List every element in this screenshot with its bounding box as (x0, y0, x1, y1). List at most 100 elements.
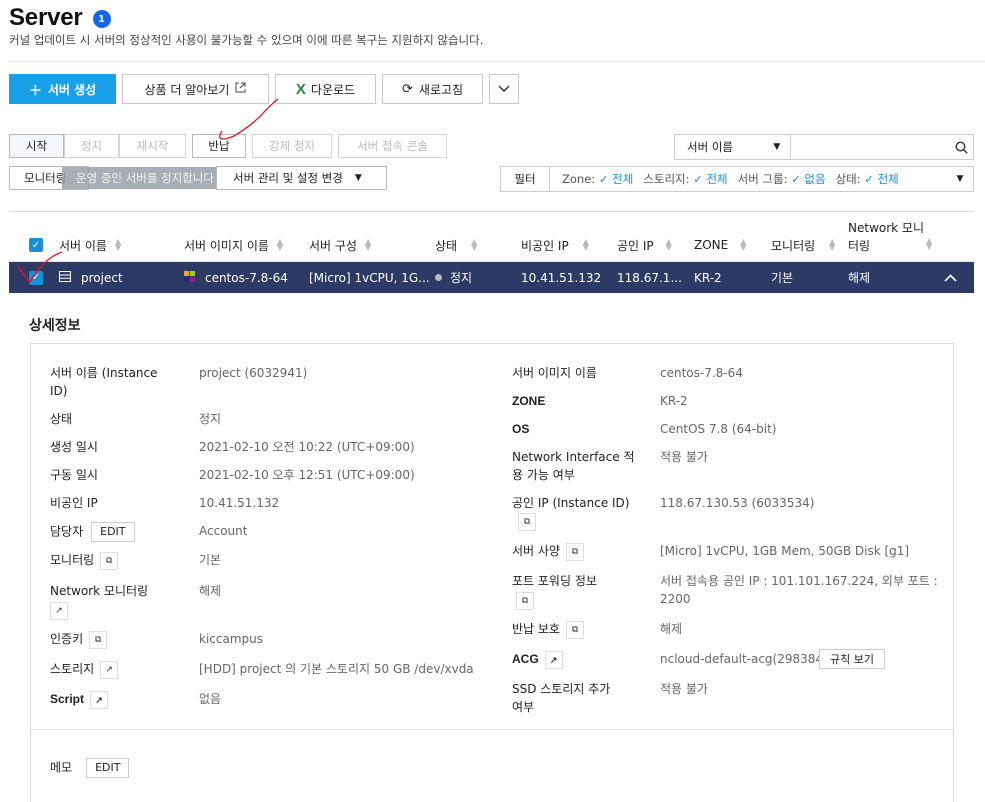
label-network-monitoring: Network 모니터링 ↗ (50, 582, 180, 620)
value-os: CentOS 7.8 (64-bit) (660, 422, 777, 436)
value-ssd-storage: 적용 불가 (660, 682, 708, 696)
server-console-button[interactable]: 서버 접속 콘솔 (338, 134, 447, 158)
chevron-down-icon (498, 82, 510, 96)
refresh-icon: ⟳ (401, 81, 413, 97)
sort-icon: ▲ ▼ (114, 237, 122, 252)
learn-more-button[interactable]: 상품 더 알아보기 (122, 74, 269, 104)
force-stop-button[interactable]: 강제 정지 (252, 134, 332, 158)
restart-button[interactable]: 재시작 (119, 134, 186, 158)
label-memo: 메모 EDIT (50, 758, 130, 778)
download-button[interactable]: X 다운로드 (275, 74, 376, 104)
sort-icon: ▲ ▼ (582, 237, 589, 252)
value-status: 정지 (199, 412, 222, 426)
col-network-monitoring[interactable]: Network 모니 터링 ▲ ▼ (848, 212, 932, 262)
sort-icon: ▲ ▼ (829, 237, 836, 252)
label-acg: ACG ↗ (512, 650, 563, 669)
manage-settings-dropdown[interactable]: 서버 관리 및 설정 변경 ▼ (216, 166, 387, 190)
stop-tooltip: 운영 중인 서버를 정지합니다 (62, 167, 228, 189)
popup-icon[interactable]: ⧉ (100, 551, 119, 570)
caret-down-icon[interactable]: ▼ (947, 174, 973, 184)
filter-zone: Zone: ✓ 전체 (562, 172, 634, 186)
label-created: 생성 일시 (50, 440, 98, 454)
value-created: 2021-02-10 오전 10:22 (UTC+09:00) (199, 440, 415, 454)
view-rules-button[interactable]: 규칙 보기 (819, 649, 885, 669)
label-auth-key: 인증키 ⧉ (50, 630, 108, 649)
search-input[interactable] (791, 135, 950, 159)
value-image-name: centos-7.8-64 (660, 366, 743, 380)
detail-box: 서버 이름 (Instance ID) project (6032941) 상태… (30, 343, 954, 802)
cell-status: 정지 (435, 262, 472, 293)
external-link-icon[interactable]: ↗ (50, 602, 68, 620)
value-owner: Account (199, 524, 248, 538)
search-icon[interactable] (949, 135, 973, 159)
label-run-time: 구동 일시 (50, 468, 98, 482)
filter-label: 필터 (501, 167, 550, 191)
value-zone: KR-2 (660, 394, 688, 408)
caret-down-icon: ▼ (354, 173, 362, 183)
cell-image-name: centos-7.8-64 (184, 262, 288, 293)
value-auth-key: kiccampus (199, 632, 263, 646)
refresh-button[interactable]: ⟳ 새로고침 (382, 74, 483, 104)
row-checkbox[interactable]: ✓ (29, 262, 43, 293)
sort-icon: ▲ ▼ (276, 237, 284, 252)
more-dropdown-button[interactable] (489, 74, 519, 104)
detail-panel: 상세정보 서버 이름 (Instance ID) project (603294… (9, 293, 974, 802)
value-run-time: 2021-02-10 오후 12:51 (UTC+09:00) (199, 468, 415, 482)
status-dot (435, 274, 442, 281)
label-zone: ZONE (512, 394, 546, 408)
stop-button[interactable]: 정지 (64, 134, 119, 158)
popup-icon[interactable]: ⧉ (89, 630, 108, 649)
page-title-group: Server 1 (9, 4, 111, 32)
label-status: 상태 (50, 412, 73, 426)
label-monitoring: 모니터링 ⧉ (50, 551, 119, 570)
popup-icon[interactable]: ⧉ (565, 620, 584, 639)
start-button[interactable]: 시작 (9, 134, 64, 158)
create-server-button[interactable]: ＋ 서버 생성 (9, 74, 116, 104)
collapse-icon[interactable] (944, 262, 957, 293)
filter-status: 상태: ✓ 전체 (835, 172, 899, 186)
popup-icon[interactable]: ⧉ (516, 592, 534, 610)
filter-server-group: 서버 그룹: ✓ 없음 (737, 172, 826, 186)
popup-icon[interactable]: ⧉ (565, 542, 584, 561)
check-icon: ✓ (29, 238, 43, 252)
value-acg: ncloud-default-acg(298384) (660, 652, 828, 666)
label-network-interface: Network Interface 적용 가능 여부 (512, 450, 635, 482)
label-script: Script ↗ (50, 690, 109, 709)
value-return-protection: 해제 (660, 622, 683, 636)
sort-icon: ▲ ▼ (740, 237, 747, 252)
page-subtitle: 커널 업데이트 시 서버의 정상적인 사용이 불가능할 수 있으며 이에 따른 … (9, 33, 484, 47)
popup-icon[interactable]: ⧉ (518, 512, 536, 531)
value-storage: [HDD] project 의 기본 스토리지 50 GB /dev/xvda (199, 662, 474, 676)
value-server-name: project (6032941) (199, 366, 308, 380)
label-port-forwarding: 포트 포워딩 정보 ⧉ (512, 572, 622, 610)
label-image-name: 서버 이미지 이름 (512, 366, 597, 380)
value-monitoring: 기본 (199, 553, 222, 567)
return-button[interactable]: 반납 (192, 134, 246, 158)
table-row[interactable]: ✓ project centos-7.8-64 [Micro] 1vCPU, 1… (9, 262, 974, 293)
owner-edit-button[interactable]: EDIT (91, 522, 135, 542)
sort-icon: ▲ ▼ (665, 237, 672, 252)
memo-edit-button[interactable]: EDIT (86, 758, 130, 778)
value-port-forwarding: 서버 접속용 공인 IP : 101.101.167.224, 외부 포트 :2… (660, 574, 938, 606)
filter-bar[interactable]: 필터 Zone: ✓ 전체 스토리지: ✓ 전체 서버 그룹: ✓ 없음 상태:… (500, 166, 974, 192)
label-os: OS (512, 422, 530, 436)
detail-title: 상세정보 (29, 318, 81, 334)
value-script: 없음 (199, 692, 222, 706)
external-link-icon[interactable]: ↗ (544, 650, 563, 669)
sort-icon: ▲ ▼ (471, 237, 478, 252)
excel-icon: X (295, 80, 306, 98)
value-network-monitoring: 해제 (199, 584, 222, 598)
label-server-name: 서버 이름 (Instance ID) (50, 366, 158, 398)
external-link-icon[interactable]: ↗ (90, 690, 109, 709)
label-server-spec: 서버 사양 ⧉ (512, 542, 584, 561)
label-public-ip: 공인 IP (Instance ID)⧉ (512, 494, 632, 531)
label-storage: 스토리지 ↗ (50, 660, 119, 679)
server-grid: ✓ 서버 이름 ▲ ▼ 서버 이미지 이름 ▲ ▼ 서버 구성 ▲ ▼ 상태 ▲ ▼ 비공인 I… (9, 211, 974, 802)
label-return-protection: 반납 보호 ⧉ (512, 620, 584, 639)
external-link-icon (235, 82, 246, 96)
external-link-icon[interactable]: ↗ (100, 660, 119, 679)
search-field-select[interactable]: 서버 이름 ▼ (675, 135, 792, 159)
centos-icon (184, 270, 195, 285)
cell-zone: KR-2 (694, 270, 722, 285)
memo-divider (31, 729, 953, 730)
